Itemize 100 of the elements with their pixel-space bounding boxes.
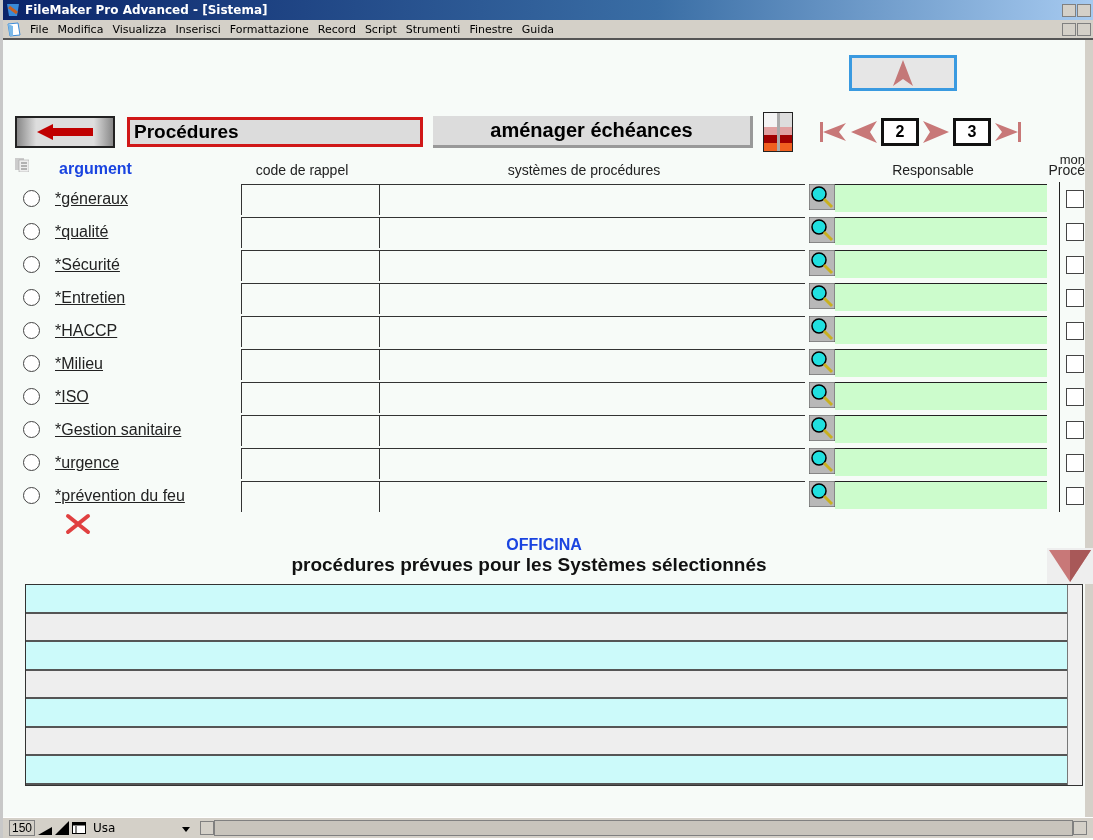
menu-item[interactable]: Formattazione xyxy=(229,22,309,36)
radio-button[interactable] xyxy=(23,388,40,405)
code-field[interactable] xyxy=(241,481,379,512)
minimize-button[interactable] xyxy=(1062,22,1076,36)
layout-icon[interactable] xyxy=(72,821,87,835)
systems-field[interactable] xyxy=(379,184,805,215)
menu-item[interactable]: Visualizza xyxy=(112,22,167,36)
responsible-field[interactable] xyxy=(835,382,1047,410)
minimize-button[interactable] xyxy=(1062,3,1076,17)
checkbox[interactable] xyxy=(1065,420,1084,439)
portal-row[interactable] xyxy=(26,642,1067,671)
radio-button[interactable] xyxy=(23,454,40,471)
code-field[interactable] xyxy=(241,382,379,413)
responsible-field[interactable] xyxy=(835,316,1047,344)
responsible-field[interactable] xyxy=(835,448,1047,476)
down-arrow-button[interactable] xyxy=(1047,548,1093,584)
responsible-field[interactable] xyxy=(835,415,1047,443)
responsible-field[interactable] xyxy=(835,283,1047,311)
back-button[interactable] xyxy=(15,116,115,148)
systems-field[interactable] xyxy=(379,448,805,479)
last-page-button[interactable] xyxy=(994,120,1022,144)
code-field[interactable] xyxy=(241,316,379,347)
code-field[interactable] xyxy=(241,217,379,248)
topic-link[interactable]: *HACCP xyxy=(55,321,241,340)
portal-row[interactable] xyxy=(26,756,1067,786)
topic-link[interactable]: *Sécurité xyxy=(55,255,241,274)
radio-button[interactable] xyxy=(23,421,40,438)
systems-field[interactable] xyxy=(379,250,805,281)
menu-item[interactable]: Strumenti xyxy=(405,22,461,36)
vertical-scrollbar[interactable] xyxy=(1067,585,1082,785)
checkbox[interactable] xyxy=(1065,189,1084,208)
delete-icon[interactable] xyxy=(65,513,91,535)
systems-field[interactable] xyxy=(379,283,805,314)
code-field[interactable] xyxy=(241,415,379,446)
search-icon[interactable] xyxy=(809,448,835,474)
page-number[interactable]: 3 xyxy=(953,118,991,146)
code-field[interactable] xyxy=(241,349,379,380)
topic-link[interactable]: *géneraux xyxy=(55,189,241,208)
systems-field[interactable] xyxy=(379,217,805,248)
search-icon[interactable] xyxy=(809,250,835,276)
menu-item[interactable]: Record xyxy=(317,22,356,36)
checkbox[interactable] xyxy=(1065,453,1084,472)
topic-link[interactable]: *ISO xyxy=(55,387,241,406)
zoom-in-icon[interactable] xyxy=(55,821,70,835)
menu-item[interactable]: Script xyxy=(364,22,397,36)
topic-link[interactable]: *qualité xyxy=(55,222,241,241)
radio-button[interactable] xyxy=(23,289,40,306)
checkbox[interactable] xyxy=(1065,255,1084,274)
systems-field[interactable] xyxy=(379,382,805,413)
code-field[interactable] xyxy=(241,250,379,281)
menu-item[interactable]: Finestre xyxy=(469,22,513,36)
menu-item[interactable]: Modifica xyxy=(57,22,104,36)
zoom-level[interactable]: 150 xyxy=(9,820,36,836)
schedule-button[interactable]: aménager échéances xyxy=(433,116,753,148)
code-field[interactable] xyxy=(241,283,379,314)
search-icon[interactable] xyxy=(809,184,835,210)
radio-button[interactable] xyxy=(23,190,40,207)
menu-item[interactable]: File xyxy=(30,22,49,36)
page-number[interactable]: 2 xyxy=(881,118,919,146)
topic-link[interactable]: *Gestion sanitaire xyxy=(55,420,241,439)
next-page-button[interactable] xyxy=(922,120,950,144)
portal-row[interactable] xyxy=(26,727,1067,757)
search-icon[interactable] xyxy=(809,349,835,375)
radio-button[interactable] xyxy=(23,256,40,273)
checkbox[interactable] xyxy=(1065,486,1084,505)
topic-link[interactable]: *Entretien xyxy=(55,288,241,307)
first-page-button[interactable] xyxy=(819,120,847,144)
mode-menu[interactable]: Usa xyxy=(93,821,116,835)
radio-button[interactable] xyxy=(23,355,40,372)
systems-field[interactable] xyxy=(379,481,805,512)
radio-button[interactable] xyxy=(23,487,40,504)
restore-button[interactable] xyxy=(1077,3,1091,17)
radio-button[interactable] xyxy=(23,322,40,339)
systems-field[interactable] xyxy=(379,316,805,347)
code-field[interactable] xyxy=(241,448,379,479)
checkbox[interactable] xyxy=(1065,288,1084,307)
portal-row[interactable] xyxy=(26,670,1067,700)
radio-button[interactable] xyxy=(23,223,40,240)
checkbox[interactable] xyxy=(1065,222,1084,241)
responsible-field[interactable] xyxy=(835,250,1047,278)
systems-field[interactable] xyxy=(379,415,805,446)
code-field[interactable] xyxy=(241,184,379,215)
up-arrow-button[interactable] xyxy=(849,55,957,91)
search-icon[interactable] xyxy=(809,217,835,243)
checkbox[interactable] xyxy=(1065,387,1084,406)
horizontal-scrollbar[interactable] xyxy=(200,820,1087,836)
search-icon[interactable] xyxy=(809,481,835,507)
topic-link[interactable]: *urgence xyxy=(55,453,241,472)
responsible-field[interactable] xyxy=(835,184,1047,212)
search-icon[interactable] xyxy=(809,283,835,309)
menu-item[interactable]: Guida xyxy=(521,22,555,36)
checkbox[interactable] xyxy=(1065,321,1084,340)
document-icon[interactable] xyxy=(7,21,21,37)
responsible-field[interactable] xyxy=(835,481,1047,509)
search-icon[interactable] xyxy=(809,415,835,441)
checkbox[interactable] xyxy=(1065,354,1084,373)
binder-icon[interactable] xyxy=(763,112,793,152)
topic-link[interactable]: *Milieu xyxy=(55,354,241,373)
search-icon[interactable] xyxy=(809,382,835,408)
portal-row[interactable] xyxy=(26,585,1067,614)
